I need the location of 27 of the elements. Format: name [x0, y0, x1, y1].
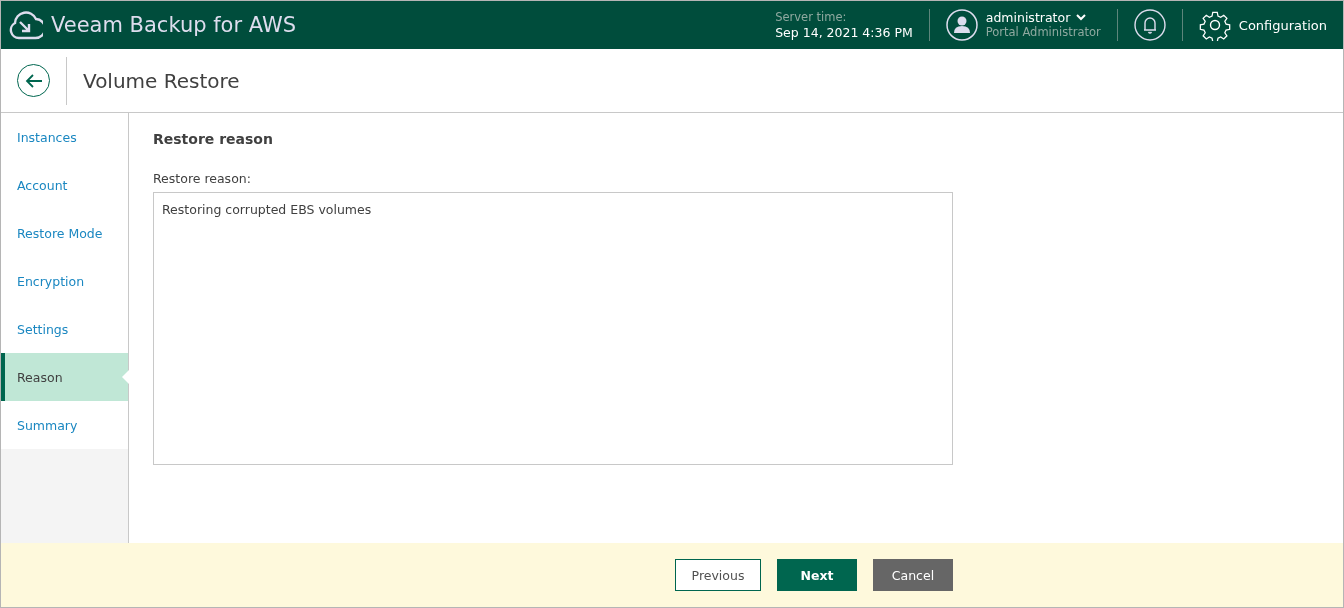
field-label: Restore reason: [153, 171, 252, 186]
restore-reason-field[interactable]: Restoring corrupted EBS volumes [153, 192, 953, 465]
wizard-step[interactable]: Reason [1, 353, 128, 401]
wizard-step[interactable]: Restore Mode [1, 209, 128, 257]
wizard-step[interactable]: Summary [1, 401, 128, 449]
back-button[interactable] [17, 64, 50, 97]
user-role: Portal Administrator [985, 25, 1101, 40]
wizard-step[interactable]: Encryption [1, 257, 128, 305]
wizard-step[interactable]: Instances [1, 113, 128, 161]
section-heading: Restore reason [153, 131, 274, 147]
cloud-logo-icon [9, 9, 43, 41]
server-time-label: Server time: [775, 9, 848, 25]
arrow-left-icon[interactable] [24, 72, 43, 89]
app-title: Veeam Backup for AWS [51, 13, 297, 37]
user-avatar-icon[interactable] [945, 9, 978, 41]
cancel-button[interactable]: Cancel [873, 559, 953, 591]
wizard-step[interactable]: Account [1, 161, 128, 209]
configuration-link[interactable]: Configuration [1182, 9, 1343, 41]
server-time: Sep 14, 2021 4:36 PM [775, 25, 913, 41]
notification-bell-icon[interactable] [1133, 9, 1166, 41]
chevron-down-icon[interactable] [1076, 14, 1087, 21]
next-button[interactable]: Next [777, 559, 857, 591]
previous-button[interactable]: Previous [675, 559, 761, 591]
page-title: Volume Restore [83, 68, 240, 93]
wizard-step[interactable]: Settings [1, 305, 128, 353]
user-name[interactable]: administrator [985, 10, 1071, 25]
settings-icon[interactable] [1198, 9, 1231, 41]
